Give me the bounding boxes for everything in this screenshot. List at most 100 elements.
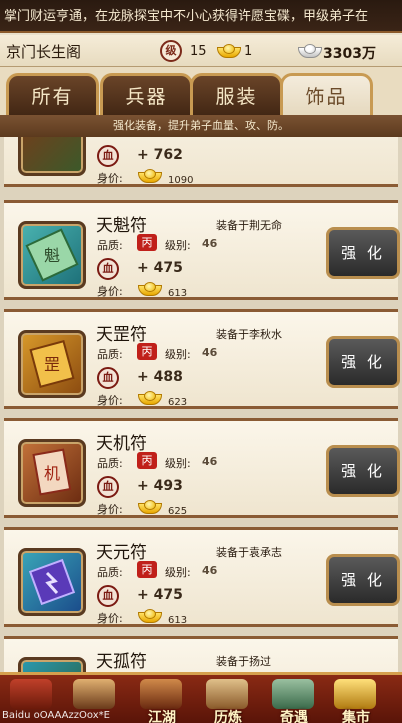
price-value: 623: [168, 397, 188, 408]
nav-jianghu-button[interactable]: 江湖: [132, 677, 192, 723]
price-label: 身价:: [97, 612, 123, 625]
upgrade-button[interactable]: 强 化: [326, 445, 400, 497]
price-value: 613: [168, 288, 188, 299]
upgrade-button[interactable]: 强 化: [326, 227, 400, 279]
pagoda-icon: [10, 679, 52, 709]
list-item: 魁 天魁符 装备于荆无命 品质: 丙 级别: 46 血 + 475 身价: 61…: [4, 200, 400, 300]
level-label: 级别:: [165, 239, 191, 252]
hp-value: + 493: [137, 478, 183, 494]
list-item: 天孤符 装备于扬过: [4, 636, 398, 672]
quality-label: 品质:: [97, 239, 123, 252]
equipped-by: 装备于扬过: [216, 655, 271, 668]
svg-text:机: 机: [44, 464, 60, 483]
price-value: 613: [168, 615, 188, 626]
scroll-icon: 机: [32, 448, 72, 496]
hp-icon: 血: [97, 367, 119, 389]
hp-icon: 血: [97, 145, 119, 167]
price-label: 身价:: [97, 503, 123, 516]
gold-ingot-icon: [138, 282, 162, 296]
upgrade-button[interactable]: 强 化: [326, 554, 400, 606]
sect-name: 京门长生阁: [6, 43, 82, 61]
gold-ingot-icon: [138, 609, 162, 623]
silver-value: 3303万: [323, 46, 376, 62]
level-label: 级别:: [165, 457, 191, 470]
hp-value: + 475: [137, 587, 183, 603]
watermark: Baidu oOAAAzzOox*E: [2, 710, 110, 721]
hp-value: + 488: [137, 369, 183, 385]
equipped-by: 装备于袁承志: [216, 546, 282, 559]
item-name: 天机符: [96, 434, 147, 454]
list-item: 机 天机符 品质: 丙 级别: 46 血 + 493 身价: 625 强 化: [4, 418, 400, 518]
tab-all[interactable]: 所有: [6, 73, 99, 119]
category-tabs: 所有 兵器 服装 饰品: [0, 67, 402, 119]
list-item: 血 + 762 身价: 1090 强 化: [4, 137, 398, 187]
nav-market-label: 集市: [342, 710, 370, 723]
header-bar: 京门长生阁 级 15 1 3303万: [0, 35, 402, 67]
nav-training-button[interactable]: 历炼: [198, 677, 258, 723]
talisman-icon: 魁: [18, 221, 86, 289]
gold-ingot-icon: [138, 391, 162, 405]
quality-badge: 丙: [137, 343, 157, 360]
level-value: 15: [190, 44, 207, 59]
nav-jianghu-label: 江湖: [148, 710, 176, 723]
training-scroll-icon: [206, 679, 248, 709]
quality-label: 品质:: [97, 348, 123, 361]
hp-icon: 血: [97, 585, 119, 607]
tip-banner: 强化装备，提升弟子血量、攻、防。: [0, 115, 402, 137]
mountain-icon: [272, 679, 314, 709]
price-label: 身价:: [97, 172, 123, 185]
talisman-icon: [18, 657, 86, 672]
talisman-icon: 机: [18, 439, 86, 507]
level-value: 46: [202, 564, 218, 577]
level-label: 级别:: [165, 348, 191, 361]
scroll-icon: 魁: [25, 228, 79, 282]
item-name: 天罡符: [96, 325, 147, 345]
item-name: 天魁符: [96, 216, 147, 236]
upgrade-button[interactable]: 强 化: [326, 336, 400, 388]
talisman-icon: [18, 548, 86, 616]
hp-icon: 血: [97, 258, 119, 280]
level-value: 46: [202, 455, 218, 468]
hp-icon: 血: [97, 476, 119, 498]
quality-label: 品质:: [97, 457, 123, 470]
tab-clothing[interactable]: 服装: [190, 73, 283, 119]
gold-ingot-icon: [138, 169, 162, 183]
jianghu-icon: [140, 679, 182, 709]
item-name: 天元符: [96, 543, 147, 563]
level-label: 级别:: [165, 566, 191, 579]
talisman-icon: 罡: [18, 330, 86, 398]
gold-value: 1: [244, 44, 253, 59]
market-icon: [334, 679, 376, 709]
ticker-text: 掌门财运亨通，在龙脉探宝中不小心获得许愿宝碟，甲级弟子在: [4, 9, 369, 24]
quality-badge: 丙: [137, 234, 157, 251]
hp-value: + 475: [137, 260, 183, 276]
level-value: 46: [202, 237, 218, 250]
tab-weapons[interactable]: 兵器: [100, 73, 193, 119]
nav-market-button[interactable]: 集市: [326, 677, 386, 723]
equipped-by: 装备于李秋水: [216, 328, 282, 341]
gold-ingot-icon: [138, 500, 162, 514]
silver-ingot-icon: [298, 44, 322, 58]
quality-label: 品质:: [97, 566, 123, 579]
list-item: 天元符 装备于袁承志 品质: 丙 级别: 46 血 + 475 身价: 613 …: [4, 527, 400, 627]
level-value: 46: [202, 346, 218, 359]
price-value: 625: [168, 506, 188, 517]
disciples-icon: [73, 679, 115, 709]
level-badge-icon: 级: [160, 40, 182, 62]
price-value: 1090: [168, 175, 194, 186]
price-label: 身价:: [97, 285, 123, 298]
gold-ingot-icon: [217, 44, 241, 58]
scroll-icon: [28, 558, 76, 606]
quality-badge: 丙: [137, 561, 157, 578]
quality-badge: 丙: [137, 452, 157, 469]
svg-text:魁: 魁: [44, 246, 60, 265]
scroll-icon: 罡: [29, 340, 75, 388]
item-name: 天孤符: [96, 652, 147, 672]
price-label: 身价:: [97, 394, 123, 407]
list-item: 罡 天罡符 装备于李秋水 品质: 丙 级别: 46 血 + 488 身价: 62…: [4, 309, 400, 409]
item-list[interactable]: 血 + 762 身价: 1090 强 化 魁 天魁符 装备于荆无命 品质: 丙 …: [0, 137, 402, 672]
nav-encounter-button[interactable]: 奇遇: [264, 677, 324, 723]
hp-value: + 762: [137, 147, 183, 163]
equipped-by: 装备于荆无命: [216, 219, 282, 232]
tab-accessories[interactable]: 饰品: [280, 73, 373, 119]
